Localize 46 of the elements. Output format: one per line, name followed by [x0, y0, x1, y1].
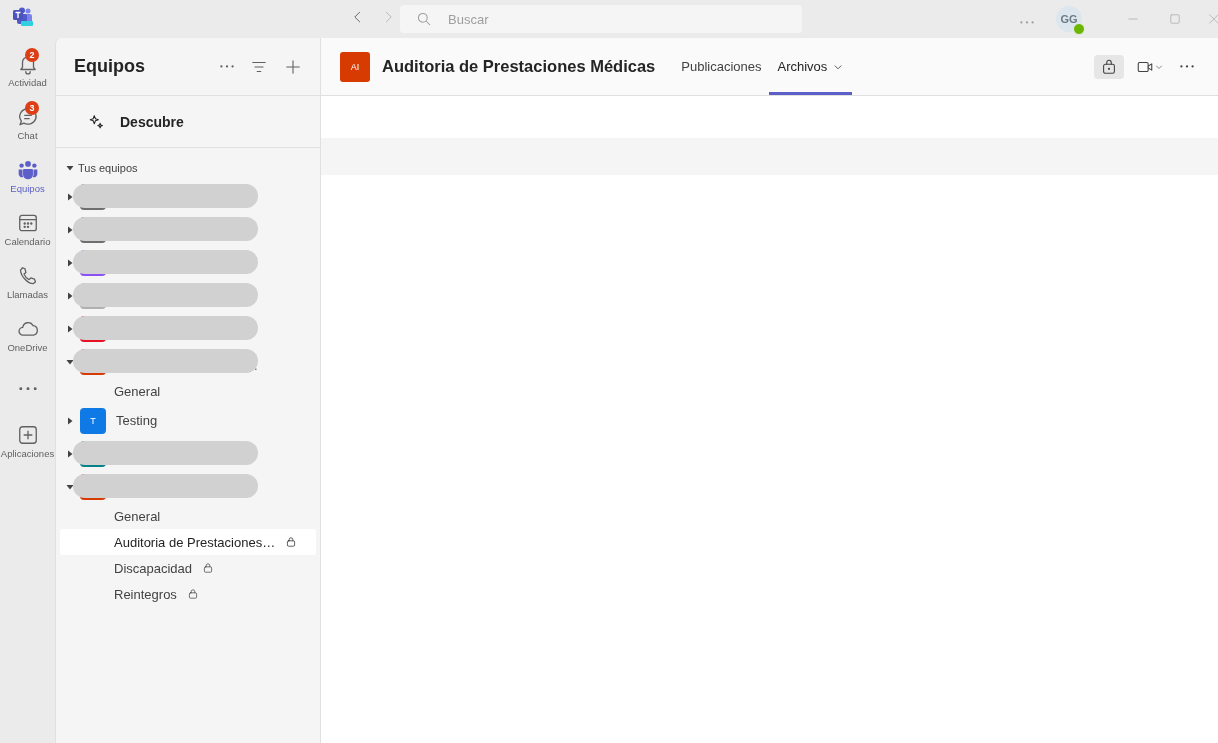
add-apps-icon — [16, 424, 39, 446]
channel-item[interactable]: Reintegros — [60, 581, 316, 607]
more-icon — [220, 65, 234, 68]
team-avatar: T — [80, 407, 106, 434]
calendar-icon — [16, 212, 39, 234]
sparkle-icon — [88, 112, 106, 131]
more-icon — [18, 386, 37, 391]
panel-title: Equipos — [74, 56, 146, 77]
user-avatar[interactable]: GG — [1056, 6, 1082, 32]
section-label[interactable]: Tus equipos — [78, 162, 138, 174]
rail-item[interactable]: Llamadas — [0, 256, 55, 309]
caret-right-icon[interactable] — [66, 416, 74, 425]
rail-item[interactable]: Aplicaciones — [0, 415, 55, 468]
channel-item[interactable]: General — [60, 503, 316, 529]
team-name[interactable]: Testing — [116, 413, 158, 428]
rail-item[interactable]: Chat 3 — [0, 97, 55, 150]
count-badge: 2 — [25, 48, 39, 62]
search-icon — [416, 11, 432, 27]
tab[interactable]: Publicaciones — [673, 38, 770, 95]
caret-down-icon[interactable] — [66, 164, 74, 172]
maximize-icon — [1168, 12, 1182, 26]
lock-button[interactable] — [1094, 54, 1124, 79]
ellipsis: … — [246, 359, 258, 373]
rail-item[interactable]: Actividad 2 — [0, 44, 55, 97]
more-icon — [1180, 65, 1194, 68]
channel-item[interactable]: General — [60, 378, 316, 404]
channel-avatar: AI — [340, 51, 370, 82]
lock-icon — [285, 536, 298, 548]
search-field[interactable]: Buscar — [400, 5, 802, 33]
rail-item[interactable]: OneDrive — [0, 309, 55, 362]
lock-icon — [202, 562, 215, 574]
channel-title: Auditoria de Prestaciones Médicas — [382, 57, 656, 76]
discover-button[interactable]: Descubre — [56, 96, 320, 148]
lock-icon — [186, 588, 199, 600]
app-logo — [12, 7, 34, 27]
rail-item[interactable]: Calendario — [0, 203, 55, 256]
more-icon — [1020, 21, 1034, 24]
tab[interactable]: Archivos — [769, 38, 853, 95]
chat-icon — [16, 106, 39, 128]
count-badge: 3 — [25, 101, 39, 115]
channel-item[interactable]: Auditoria de Prestaciones… — [60, 529, 316, 555]
presence-icon — [1073, 23, 1085, 35]
add-icon — [284, 57, 302, 76]
rail-item[interactable]: Equipos — [0, 150, 55, 203]
channel-item[interactable]: Discapacidad — [60, 555, 316, 581]
people-icon — [16, 159, 39, 181]
